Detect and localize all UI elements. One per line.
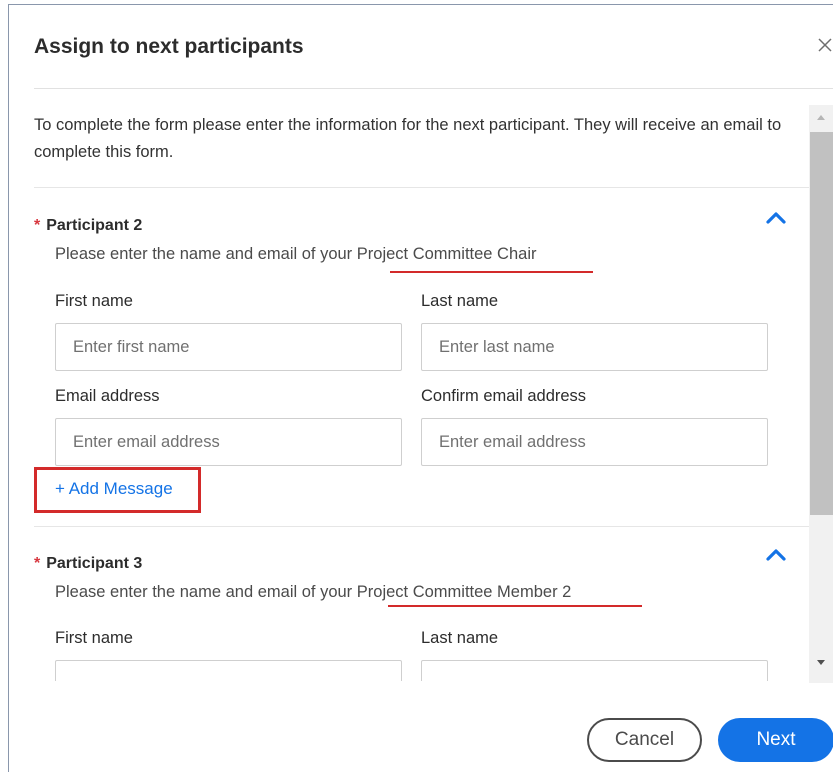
last-name-input[interactable] xyxy=(421,660,768,681)
next-button[interactable]: Next xyxy=(718,718,833,762)
confirm-email-label: Confirm email address xyxy=(421,387,587,405)
participant-3-description: Please enter the name and email of your … xyxy=(55,583,571,602)
email-input[interactable] xyxy=(55,418,402,466)
section-divider xyxy=(34,526,809,527)
email-label: Email address xyxy=(55,387,160,405)
first-name-label: First name xyxy=(55,629,133,647)
required-asterisk: * xyxy=(34,555,41,572)
last-name-label: Last name xyxy=(421,629,499,647)
last-name-label: Last name xyxy=(421,292,499,310)
confirm-email-input[interactable] xyxy=(421,418,768,466)
participant-2-desc-prefix: Please enter the name and email of your xyxy=(55,245,357,263)
participant-2-description: Please enter the name and email of your … xyxy=(55,245,537,264)
scroll-down-icon[interactable] xyxy=(817,660,825,665)
close-icon[interactable] xyxy=(817,33,833,57)
cancel-button[interactable]: Cancel xyxy=(587,718,702,762)
scrollbar-thumb[interactable] xyxy=(810,132,833,515)
section-divider xyxy=(34,187,809,188)
last-name-input[interactable] xyxy=(421,323,768,371)
first-name-input[interactable] xyxy=(55,323,402,371)
participant-2-title: * Participant 2 xyxy=(34,217,142,235)
required-asterisk: * xyxy=(34,217,41,234)
first-name-input[interactable] xyxy=(55,660,402,681)
dialog-title: Assign to next participants xyxy=(34,35,304,58)
participant-3-desc-prefix: Please enter the name and email of your xyxy=(55,583,357,601)
collapse-participant-2-icon[interactable] xyxy=(764,209,788,227)
participant-3-title: * Participant 3 xyxy=(34,555,142,573)
participant-3-title-text: Participant 3 xyxy=(46,555,143,572)
participant-2-role: Project Committee Chair xyxy=(356,245,537,263)
collapse-participant-3-icon[interactable] xyxy=(764,546,788,564)
assign-participants-dialog: Assign to next participants To complete … xyxy=(8,4,833,772)
add-message-highlight-annotation xyxy=(34,467,201,513)
participant-2-title-text: Participant 2 xyxy=(46,217,143,234)
participant-3-role: Project Committee Member 2 xyxy=(356,583,572,601)
dialog-body: To complete the form please enter the in… xyxy=(9,89,809,681)
scroll-up-icon[interactable] xyxy=(817,115,825,120)
intro-text: To complete the form please enter the in… xyxy=(34,116,782,161)
role-underline-annotation xyxy=(390,271,593,273)
first-name-label: First name xyxy=(55,292,133,310)
role-underline-annotation xyxy=(388,605,642,607)
